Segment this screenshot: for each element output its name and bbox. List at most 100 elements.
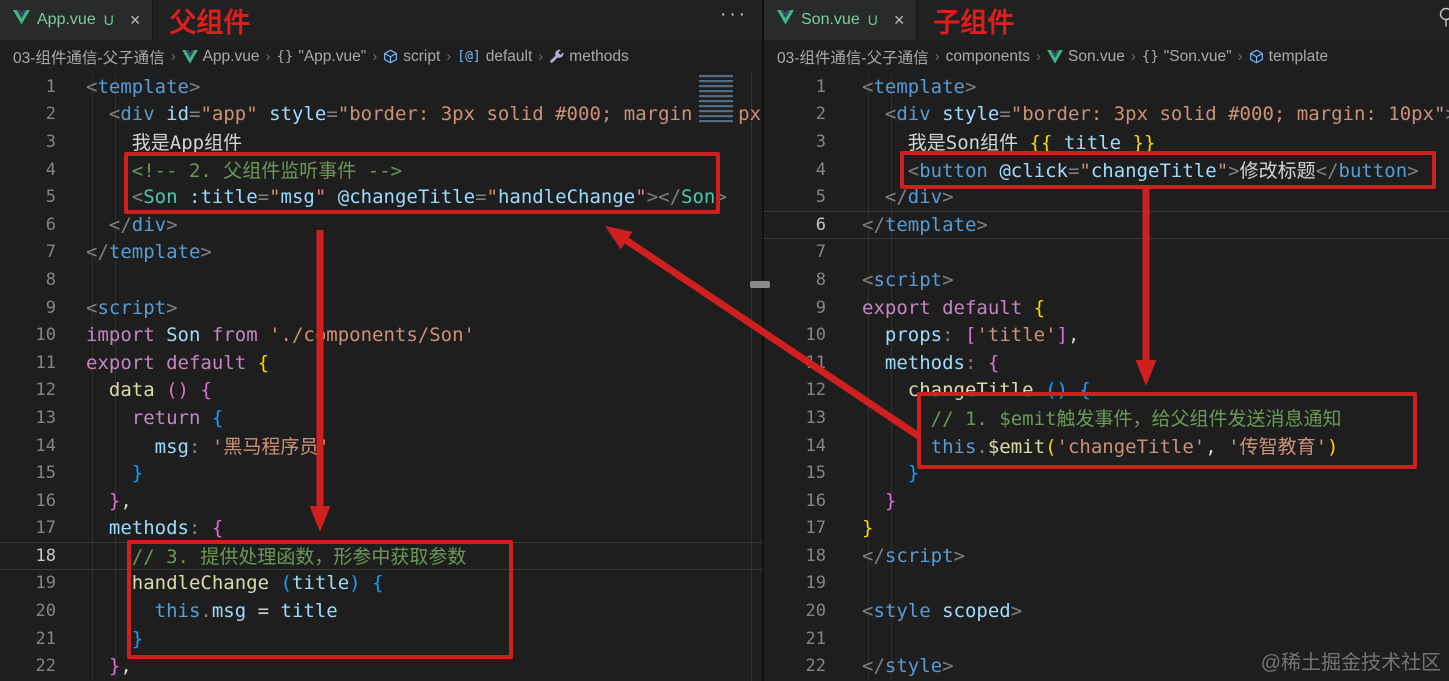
code-line[interactable]: 12 changeTitle () {: [764, 377, 1449, 405]
indent-guide: [115, 73, 116, 681]
code-text: </div>: [884, 186, 954, 209]
breadcrumb-item[interactable]: template: [1249, 48, 1328, 66]
breadcrumb-separator: ›: [446, 48, 452, 65]
editor-action-icon[interactable]: [1438, 5, 1449, 36]
breadcrumb-label: App.vue: [202, 47, 260, 65]
breadcrumb-item[interactable]: {} "App.vue": [276, 48, 366, 66]
breadcrumb-separator: ›: [372, 48, 378, 65]
breadcrumb-separator: ›: [1036, 48, 1042, 65]
line-number: 8: [45, 269, 56, 290]
breadcrumb-item[interactable]: Son.vue: [1047, 48, 1125, 66]
breadcrumb-item[interactable]: {} "Son.vue": [1142, 48, 1232, 66]
code-text: </style>: [862, 655, 954, 678]
breadcrumb-item[interactable]: 03-组件通信-父子通信: [777, 46, 929, 68]
code-text: <script>: [86, 296, 178, 319]
code-line[interactable]: 9 export default {: [764, 294, 1449, 322]
line-number: 10: [35, 325, 56, 346]
code-text: }: [131, 627, 144, 650]
code-line[interactable]: 5 </div>: [764, 183, 1449, 211]
breadcrumb-label: 03-组件通信-父子通信: [777, 49, 929, 67]
breadcrumb: 03-组件通信-父子通信 › App.vue › {} "App.vue" › script ›…: [0, 40, 762, 73]
line-number: 22: [35, 656, 56, 677]
line-number: 18: [35, 545, 56, 566]
code-text: this.msg = title: [154, 600, 338, 623]
breadcrumb-item[interactable]: script: [383, 48, 440, 66]
breadcrumb-item[interactable]: 03-组件通信-父子通信: [13, 46, 165, 68]
code-text: <template>: [862, 75, 977, 98]
code-text: handleChange (title) {: [131, 572, 384, 595]
line-number: 10: [805, 325, 826, 346]
code-line[interactable]: 3 我是Son组件 {{ title }}: [764, 128, 1449, 156]
breadcrumb-separator: ›: [265, 48, 271, 65]
tab-bar: App.vue U × 父组件 ···: [0, 0, 762, 40]
line-number: 14: [35, 435, 56, 456]
code-text: </div>: [108, 213, 178, 236]
close-icon[interactable]: ×: [130, 11, 141, 29]
line-number: 13: [35, 407, 56, 428]
breadcrumb-item[interactable]: App.vue: [181, 47, 260, 66]
code-line[interactable]: 17}: [764, 515, 1449, 543]
code-editor[interactable]: 1 <template> 2 <div style="border: 3px sol…: [764, 73, 1449, 681]
code-text: props: ['title'],: [884, 324, 1080, 347]
more-actions-icon[interactable]: ···: [720, 4, 748, 26]
code-line[interactable]: 6 </template>: [764, 211, 1449, 239]
indent-guide: [868, 73, 869, 681]
tab-bar: Son.vue U × 子组件: [764, 0, 1449, 40]
line-number: 17: [805, 518, 826, 539]
line-number: 8: [815, 269, 826, 290]
code-line[interactable]: 19: [764, 570, 1449, 598]
code-text: // 1. $emit触发事件，给父组件发送消息通知: [930, 408, 1342, 431]
code-line[interactable]: 13 // 1. $emit触发事件，给父组件发送消息通知: [764, 404, 1449, 432]
code-text: </script>: [862, 544, 965, 567]
code-line[interactable]: 7: [764, 239, 1449, 267]
code-line[interactable]: 20 <style scoped>: [764, 597, 1449, 625]
code-text: }: [884, 489, 897, 512]
code-line[interactable]: 8 <script>: [764, 266, 1449, 294]
code-text: }: [907, 462, 920, 485]
line-number: 3: [45, 131, 56, 152]
line-number: 4: [45, 159, 56, 180]
vue-icon: [777, 10, 794, 30]
indent-guide: [92, 73, 93, 681]
code-line[interactable]: 4 <button @click="changeTitle">修改标题</but…: [764, 156, 1449, 184]
code-line[interactable]: 2 <div style="border: 3px solid #000; ma…: [764, 101, 1449, 129]
breadcrumb-item[interactable]: methods: [549, 48, 629, 66]
watermark: @稀土掘金技术社区: [1260, 652, 1441, 674]
tab-label: App.vue: [37, 11, 96, 28]
code-line[interactable]: 14 this.$emit('changeTitle', '传智教育'): [764, 432, 1449, 460]
tab-son-vue[interactable]: Son.vue U ×: [764, 0, 918, 40]
code-line[interactable]: 11 methods: {: [764, 349, 1449, 377]
code-text: data () {: [108, 379, 212, 402]
line-number: 2: [45, 104, 56, 125]
indent-guide: [891, 73, 892, 681]
line-number: 11: [35, 352, 56, 373]
code-line[interactable]: 15 }: [764, 459, 1449, 487]
breadcrumb-item[interactable]: [@] default: [457, 48, 532, 66]
breadcrumb: 03-组件通信-父子通信 › components › Son.vue › {} "Son.v…: [764, 40, 1449, 73]
breadcrumb-separator: ›: [538, 48, 544, 65]
line-number: 19: [35, 573, 56, 594]
scrollbar-thumb[interactable]: [750, 281, 770, 288]
code-line[interactable]: 18 </script>: [764, 542, 1449, 570]
line-number: 14: [805, 435, 826, 456]
close-icon[interactable]: ×: [894, 11, 905, 29]
code-line[interactable]: 16 }: [764, 487, 1449, 515]
code-text: <script>: [862, 268, 954, 291]
line-number: 7: [815, 242, 826, 263]
line-number: 7: [45, 242, 56, 263]
code-text: this.$emit('changeTitle', '传智教育'): [930, 436, 1339, 459]
breadcrumb-label: "App.vue": [298, 47, 367, 65]
breadcrumb-item[interactable]: components: [946, 48, 1030, 66]
code-text: // 3. 提供处理函数，形参中获取参数: [131, 546, 467, 569]
tab-app-vue[interactable]: App.vue U ×: [0, 0, 154, 40]
code-text: <template>: [86, 75, 201, 98]
line-number: 20: [805, 601, 826, 622]
code-text: </template>: [86, 241, 212, 264]
code-text: }: [131, 462, 144, 485]
line-number: 6: [45, 214, 56, 235]
code-line[interactable]: 1 <template>: [764, 73, 1449, 101]
code-line[interactable]: 10 props: ['title'],: [764, 321, 1449, 349]
code-editor[interactable]: 1 <template> 2 <div id="app" style="border…: [0, 73, 762, 681]
minimap[interactable]: [697, 73, 737, 126]
line-number: 17: [35, 518, 56, 539]
